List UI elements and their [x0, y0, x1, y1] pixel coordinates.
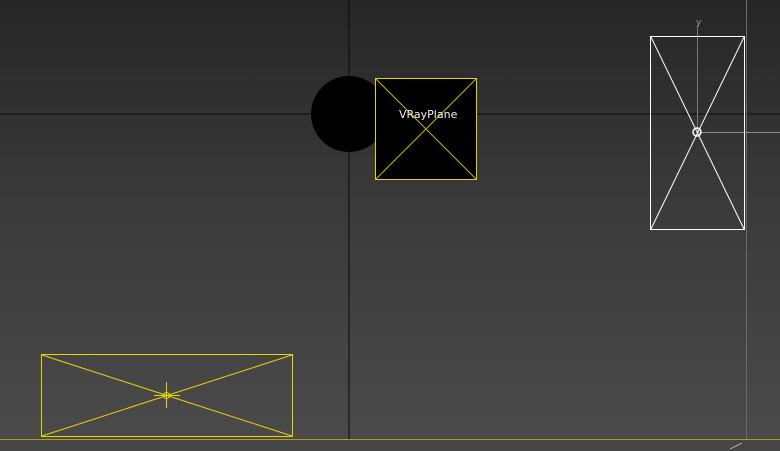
viewport[interactable]: VRayPlane y: [0, 0, 780, 451]
viewport-bottom-area: [0, 439, 780, 451]
light-gizmo-object[interactable]: [650, 0, 780, 451]
gizmo-y-axis-label: y: [696, 18, 702, 28]
vray-plane-object[interactable]: [375, 78, 477, 180]
viewport-canvas[interactable]: [0, 0, 780, 451]
selected-rect-object[interactable]: [41, 354, 293, 437]
vray-plane-label: VRayPlane: [399, 108, 458, 121]
